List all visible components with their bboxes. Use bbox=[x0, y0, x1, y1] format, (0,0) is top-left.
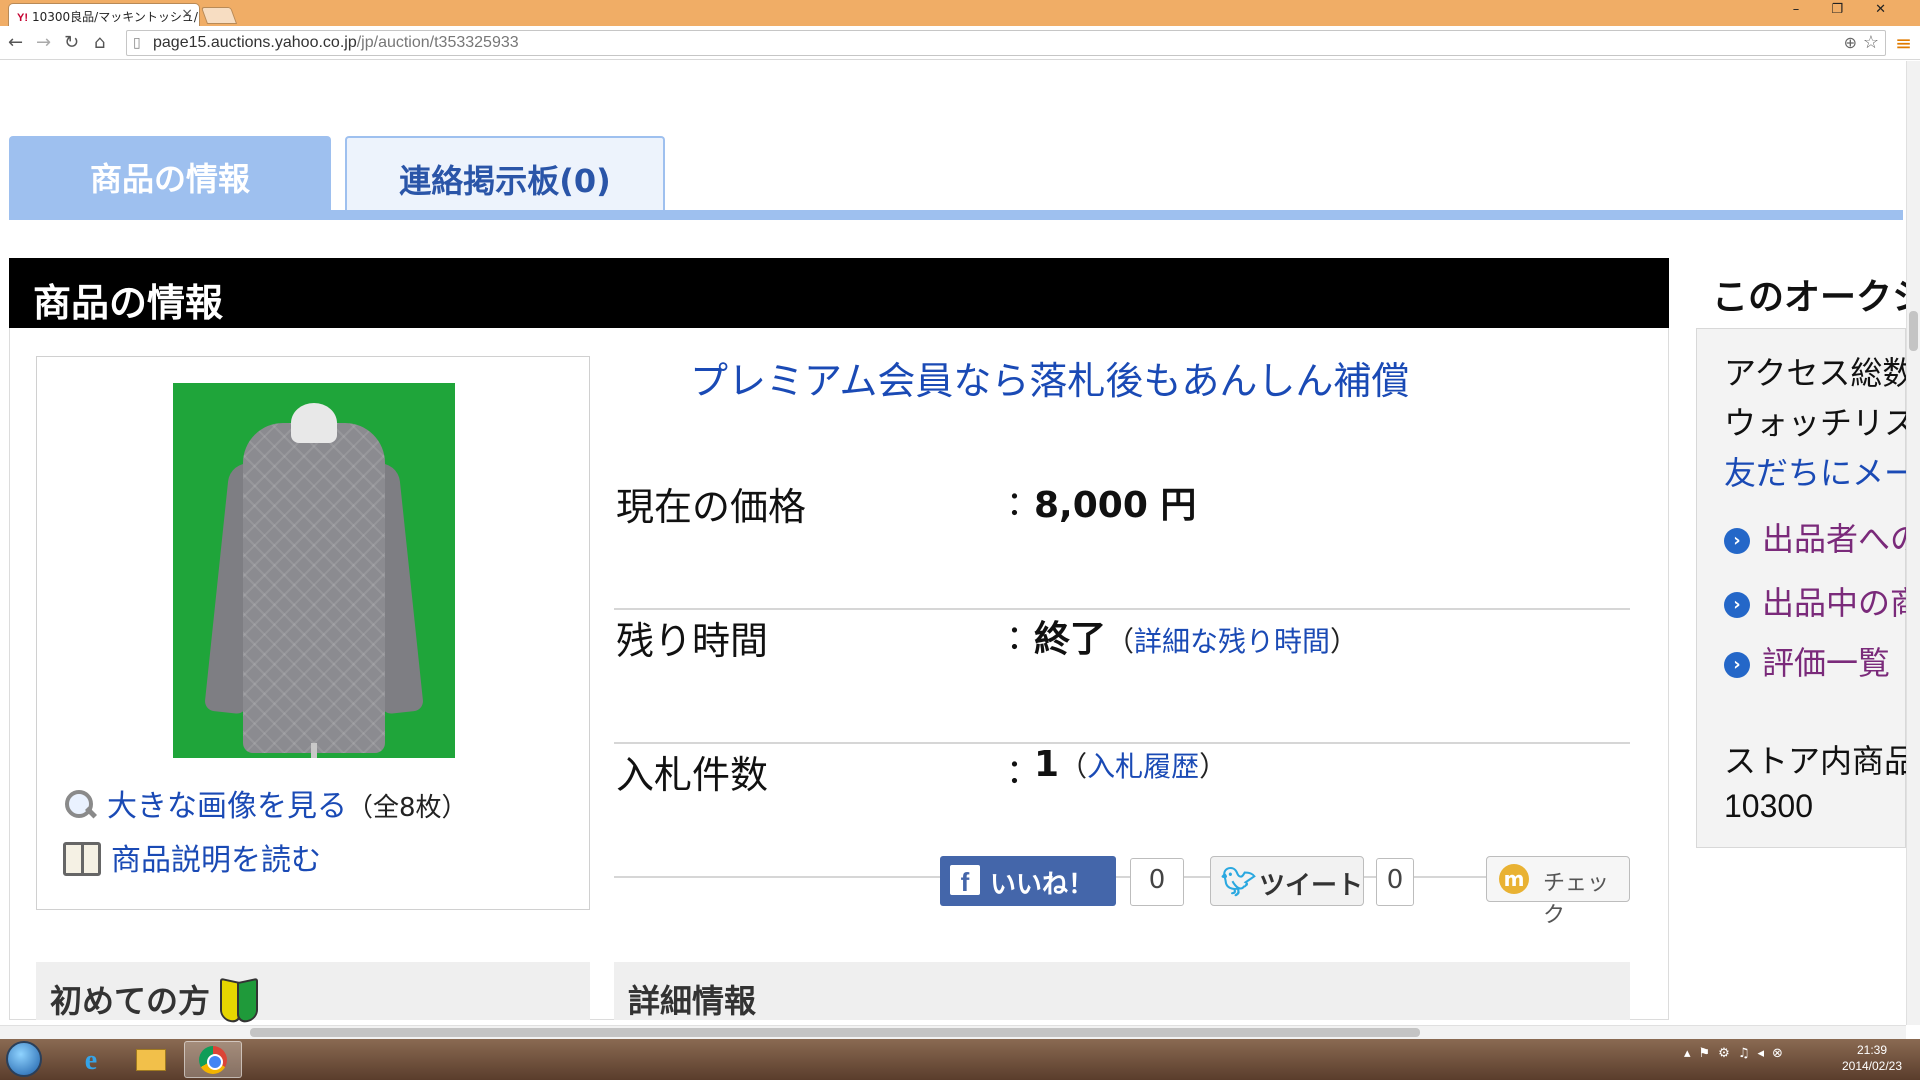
bid-count-label: 入札件数 bbox=[616, 753, 769, 797]
tweet-count: 0 bbox=[1376, 858, 1414, 906]
sidebar-friend-mail-link[interactable]: 友だちにメー bbox=[1724, 448, 1916, 494]
system-tray-icons[interactable]: ▴⚑⚙♫◂⊗ bbox=[1684, 1046, 1791, 1061]
page-tabs: 商品の情報 連絡掲示板(0) bbox=[9, 136, 1903, 220]
detail-info-box: 詳細情報 bbox=[614, 962, 1630, 1020]
mixi-icon: m bbox=[1499, 864, 1529, 894]
bid-count-value: 1 bbox=[1034, 744, 1060, 785]
facebook-icon: f bbox=[950, 865, 980, 897]
address-bar[interactable]: ▯ page15.auctions.yahoo.co.jp/jp/auction… bbox=[126, 30, 1886, 56]
horizontal-scroll-thumb[interactable] bbox=[250, 1028, 1420, 1037]
first-time-users-title: 初めての方 bbox=[50, 982, 211, 1020]
sidebar-seller-items-label: 出品中の商 bbox=[1762, 584, 1920, 622]
arrow-right-circle-icon: › bbox=[1724, 592, 1750, 618]
sidebar-watchlist: ウォッチリスト bbox=[1724, 404, 1920, 442]
start-button[interactable] bbox=[6, 1041, 42, 1077]
browser-tab-active[interactable]: Y! 10300良品/マッキントッシュ/ × bbox=[8, 3, 200, 26]
tweet-button[interactable]: 🐦︎ ツイート bbox=[1210, 856, 1364, 906]
tab-item-info[interactable]: 商品の情報 bbox=[9, 136, 331, 210]
url-host: page15.auctions.yahoo.co.jp bbox=[153, 34, 357, 51]
sidebar-store-items: ストア内商品 bbox=[1724, 742, 1917, 780]
url-path: /jp/auction/t353325933 bbox=[356, 34, 519, 51]
horizontal-scrollbar[interactable] bbox=[0, 1025, 1906, 1039]
time-left-value: 終了 bbox=[1034, 619, 1107, 660]
sidebar-ratings[interactable]: › 評価一覧 bbox=[1724, 638, 1890, 684]
new-tab-button[interactable] bbox=[200, 7, 238, 24]
vertical-scroll-thumb[interactable] bbox=[1909, 311, 1918, 351]
arrow-right-circle-icon: › bbox=[1724, 528, 1750, 554]
twitter-bird-icon: 🐦︎ bbox=[1221, 865, 1257, 898]
mixi-check-button[interactable]: m チェック bbox=[1486, 856, 1630, 928]
arrow-right-circle-icon: › bbox=[1724, 652, 1750, 678]
time-left-label: 残り時間 bbox=[616, 619, 769, 663]
sidebar-title: このオークシ bbox=[1712, 277, 1920, 318]
tab-message-board[interactable]: 連絡掲示板(0) bbox=[345, 136, 665, 210]
image-count: （全8枚） bbox=[347, 793, 468, 823]
premium-member-link[interactable]: プレミアム会員なら落札後もあんしん補償 bbox=[690, 350, 1409, 405]
window-controls[interactable]: – ❐ ✕ bbox=[1793, 2, 1900, 17]
view-large-row: 大きな画像を見る（全8枚） bbox=[63, 781, 468, 825]
bookmark-star-icon[interactable]: ☆ bbox=[1863, 32, 1879, 53]
file-explorer-button[interactable] bbox=[122, 1041, 180, 1078]
browser-toolbar: ← → ↻ ⌂ ▯ page15.auctions.yahoo.co.jp/jp… bbox=[0, 26, 1920, 60]
section-header: 商品の情報 bbox=[9, 258, 1669, 328]
detailed-time-link[interactable]: 詳細な残り時間 bbox=[1134, 625, 1330, 658]
sidebar-store-count: 10300 bbox=[1724, 788, 1813, 824]
sidebar-seller-question[interactable]: › 出品者への bbox=[1724, 514, 1920, 560]
clock-time: 21:39 bbox=[1856, 1043, 1888, 1057]
paren-open: （ bbox=[1106, 625, 1135, 658]
paren-open: （ bbox=[1059, 750, 1088, 783]
bid-history-link[interactable]: 入札履歴 bbox=[1087, 750, 1199, 783]
detail-info-title: 詳細情報 bbox=[628, 982, 757, 1020]
reload-icon[interactable]: ↻ bbox=[64, 32, 79, 53]
price-value: 8,000 円 bbox=[1034, 485, 1197, 526]
tab-underline bbox=[9, 210, 1903, 220]
time-left-value-group: 終了（詳細な残り時間） bbox=[1034, 610, 1358, 662]
windows-taskbar: e bbox=[0, 1039, 1920, 1080]
read-description-link[interactable]: 商品説明を読む bbox=[111, 843, 321, 878]
browser-titlebar: Y! 10300良品/マッキントッシュ/ × – ❐ ✕ bbox=[0, 0, 1920, 26]
close-tab-icon[interactable]: × bbox=[181, 6, 193, 22]
beginner-mark-icon bbox=[220, 980, 254, 1020]
facebook-like-label: いいね！ bbox=[990, 870, 1095, 900]
page-icon: ▯ bbox=[133, 34, 141, 50]
clock-date: 2014/02/23 bbox=[1841, 1059, 1903, 1073]
browser-tab-title: 10300良品/マッキントッシュ/ bbox=[32, 10, 198, 24]
price-row: 現在の価格 ： 8,000 円 bbox=[614, 476, 1630, 610]
tweet-label: ツイート bbox=[1259, 871, 1364, 901]
sidebar-access-count: アクセス総数 bbox=[1724, 354, 1915, 392]
chrome-icon bbox=[199, 1046, 227, 1074]
paren-close: ） bbox=[1330, 625, 1359, 658]
paren-close: ） bbox=[1199, 750, 1228, 783]
sidebar-seller-question-label: 出品者への bbox=[1762, 520, 1920, 558]
yahoo-favicon-icon: Y! bbox=[17, 12, 28, 24]
back-arrow-icon[interactable]: ← bbox=[8, 32, 23, 53]
vertical-scrollbar[interactable] bbox=[1906, 61, 1920, 1025]
home-icon[interactable]: ⌂ bbox=[94, 32, 105, 53]
bid-count-value-group: 1（入札履歴） bbox=[1034, 744, 1227, 785]
facebook-like-button[interactable]: f いいね！ bbox=[940, 856, 1116, 906]
forward-arrow-icon[interactable]: → bbox=[36, 32, 51, 53]
magnifier-icon bbox=[63, 788, 97, 822]
mannequin-stand bbox=[311, 743, 317, 758]
image-box: 大きな画像を見る（全8枚） 商品説明を読む bbox=[36, 356, 590, 910]
first-time-users-box: 初めての方 bbox=[36, 962, 590, 1020]
sidebar-ratings-label: 評価一覧 bbox=[1762, 644, 1891, 682]
time-left-row: 残り時間 ： 終了（詳細な残り時間） bbox=[614, 610, 1630, 744]
view-large-link[interactable]: 大きな画像を見る bbox=[107, 789, 347, 824]
menu-icon[interactable]: ≡ bbox=[1895, 31, 1912, 55]
sidebar-seller-items[interactable]: › 出品中の商 bbox=[1724, 578, 1920, 624]
coat-body bbox=[243, 423, 385, 753]
taskbar-clock[interactable]: 21:39 2014/02/23 bbox=[1830, 1042, 1914, 1074]
coat-collar bbox=[291, 403, 337, 443]
product-image[interactable] bbox=[173, 383, 455, 758]
book-icon bbox=[63, 842, 101, 876]
facebook-like-count: 0 bbox=[1130, 858, 1184, 906]
price-label: 現在の価格 bbox=[616, 485, 807, 529]
chrome-taskbar-button[interactable] bbox=[184, 1041, 242, 1078]
read-description-row: 商品説明を読む bbox=[63, 835, 321, 879]
internet-explorer-icon[interactable]: e bbox=[62, 1041, 120, 1078]
folder-icon bbox=[136, 1049, 166, 1071]
bid-count-row: 入札件数 ： 1（入札履歴） bbox=[614, 744, 1630, 878]
zoom-icon[interactable]: ⊕ bbox=[1844, 33, 1857, 53]
